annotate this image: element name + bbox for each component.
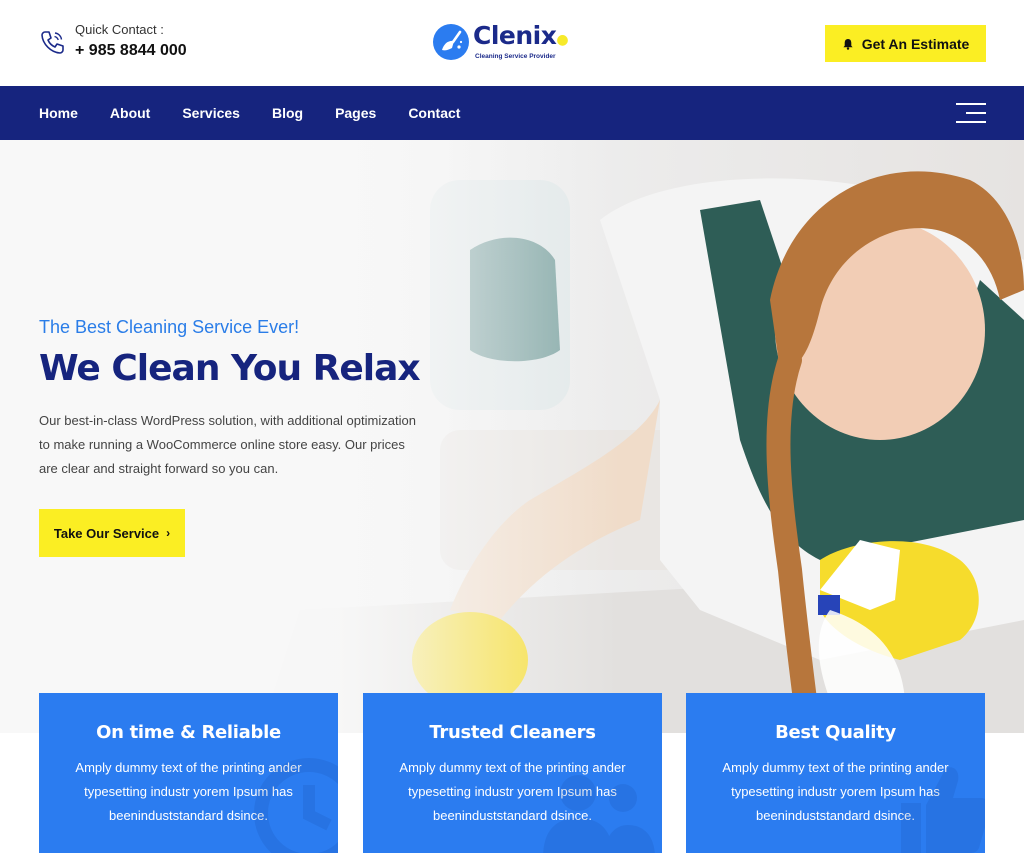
logo-name: Clenix● <box>473 21 569 50</box>
contact-phone[interactable]: + 985 8844 000 <box>75 40 187 62</box>
get-estimate-button[interactable]: Get An Estimate <box>825 25 986 62</box>
hero-title: We Clean You Relax <box>39 348 421 389</box>
feature-card-reliable[interactable]: On time & Reliable Amply dummy text of t… <box>39 693 338 853</box>
main-nav: Home About Services Blog Pages Contact <box>0 86 1024 140</box>
site-logo[interactable]: Clenix● Cleaning Service Provider <box>432 21 569 61</box>
feature-title: On time & Reliable <box>96 722 281 743</box>
contact-label: Quick Contact : <box>75 22 164 37</box>
nav-item-about[interactable]: About <box>110 105 150 121</box>
feature-title: Best Quality <box>775 722 896 743</box>
feature-card-trusted[interactable]: Trusted Cleaners Amply dummy text of the… <box>363 693 662 853</box>
logo-tagline: Cleaning Service Provider <box>475 53 556 60</box>
broom-icon <box>433 24 469 60</box>
cta-label: Take Our Service <box>53 525 160 541</box>
hero-subtitle: The Best Cleaning Service Ever! <box>39 317 300 337</box>
hero-description: Our best-in-class WordPress solution, wi… <box>39 413 416 476</box>
nav-item-contact[interactable]: Contact <box>408 105 460 121</box>
clock-icon <box>254 758 338 853</box>
chevron-right-icon: › <box>166 526 171 540</box>
nav-item-home[interactable]: Home <box>39 105 78 121</box>
logo-dot: ● <box>556 32 569 48</box>
nav-item-services[interactable]: Services <box>182 105 240 121</box>
estimate-label: Get An Estimate <box>861 35 970 52</box>
nav-item-blog[interactable]: Blog <box>272 105 303 121</box>
nav-item-pages[interactable]: Pages <box>335 105 376 121</box>
phone-icon <box>41 31 64 54</box>
feature-title: Trusted Cleaners <box>429 722 596 743</box>
thumbs-up-icon <box>901 767 985 853</box>
top-header: Quick Contact : + 985 8844 000 Clenix● C… <box>0 0 1024 86</box>
bell-icon <box>843 38 853 50</box>
hamburger-menu-icon[interactable] <box>956 103 986 123</box>
take-our-service-button[interactable]: Take Our Service › <box>39 509 185 557</box>
feature-card-quality[interactable]: Best Quality Amply dummy text of the pri… <box>686 693 985 853</box>
hero-section: The Best Cleaning Service Ever! We Clean… <box>0 140 1024 733</box>
users-icon <box>543 775 655 853</box>
quick-contact[interactable]: Quick Contact : + 985 8844 000 <box>38 22 187 62</box>
